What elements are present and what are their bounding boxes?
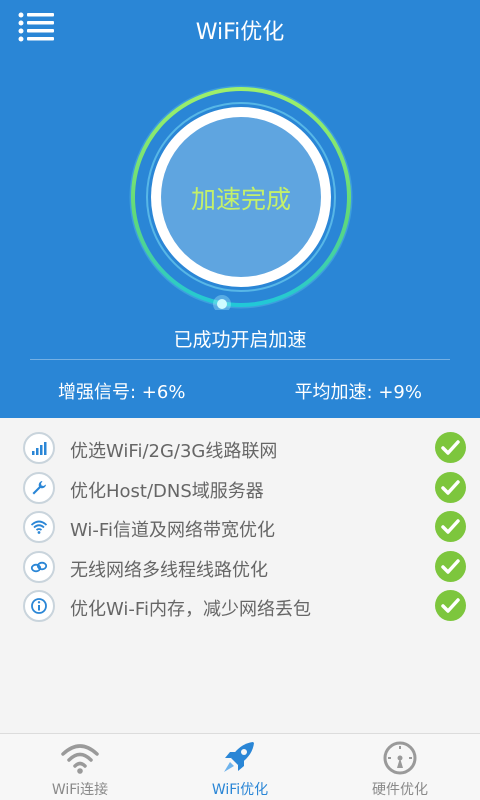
page-title: WiFi优化 [195, 20, 285, 45]
wrench-icon [23, 472, 55, 504]
list-item: Wi-Fi信道及网络带宽优化 [0, 507, 480, 547]
speed-gauge: 加速完成 [128, 84, 354, 310]
tab-label: 硬件优化 [372, 782, 428, 798]
gauge-center-text: 加速完成 [190, 185, 291, 214]
hero-panel: WiFi优化 加速完成 已成功开启加速 增强信号: +6% 平均加速: +9% [0, 0, 480, 418]
bottom-nav: WiFi连接 WiFi优化 硬件优化 [0, 733, 480, 800]
list-item-label: 无线网络多线程线路优化 [70, 560, 268, 581]
signal-stat: 增强信号: +6% [58, 382, 186, 403]
list-item-label: 优化Wi-Fi内存，减少网络丢包 [70, 599, 311, 620]
rocket-icon [220, 740, 260, 776]
wifi-icon [23, 511, 55, 543]
list-item: 优化Wi-Fi内存，减少网络丢包 [0, 586, 480, 626]
speedometer-icon [380, 740, 420, 776]
tab-wifi-connect[interactable]: WiFi连接 [0, 734, 160, 800]
link-icon [23, 551, 55, 583]
tab-wifi-optimize[interactable]: WiFi优化 [160, 734, 320, 800]
list-item: 无线网络多线程线路优化 [0, 547, 480, 587]
signal-bars-icon [23, 432, 55, 464]
info-icon [23, 590, 55, 622]
check-icon [435, 551, 466, 582]
divider [30, 359, 450, 360]
tab-hardware-optimize[interactable]: 硬件优化 [320, 734, 480, 800]
status-text: 已成功开启加速 [173, 329, 307, 351]
list-item-label: Wi-Fi信道及网络带宽优化 [70, 520, 275, 541]
check-icon [435, 590, 466, 621]
wifi-icon [60, 740, 100, 776]
list-item-label: 优选WiFi/2G/3G线路联网 [70, 441, 278, 462]
speed-stat: 平均加速: +9% [294, 382, 422, 403]
list-item: 优化Host/DNS域服务器 [0, 468, 480, 508]
tab-label: WiFi优化 [211, 782, 269, 798]
tab-label: WiFi连接 [51, 782, 109, 798]
check-icon [435, 432, 466, 463]
list-item-label: 优化Host/DNS域服务器 [70, 481, 264, 502]
list-item: 优选WiFi/2G/3G线路联网 [0, 428, 480, 468]
check-icon [435, 511, 466, 542]
check-icon [435, 472, 466, 503]
